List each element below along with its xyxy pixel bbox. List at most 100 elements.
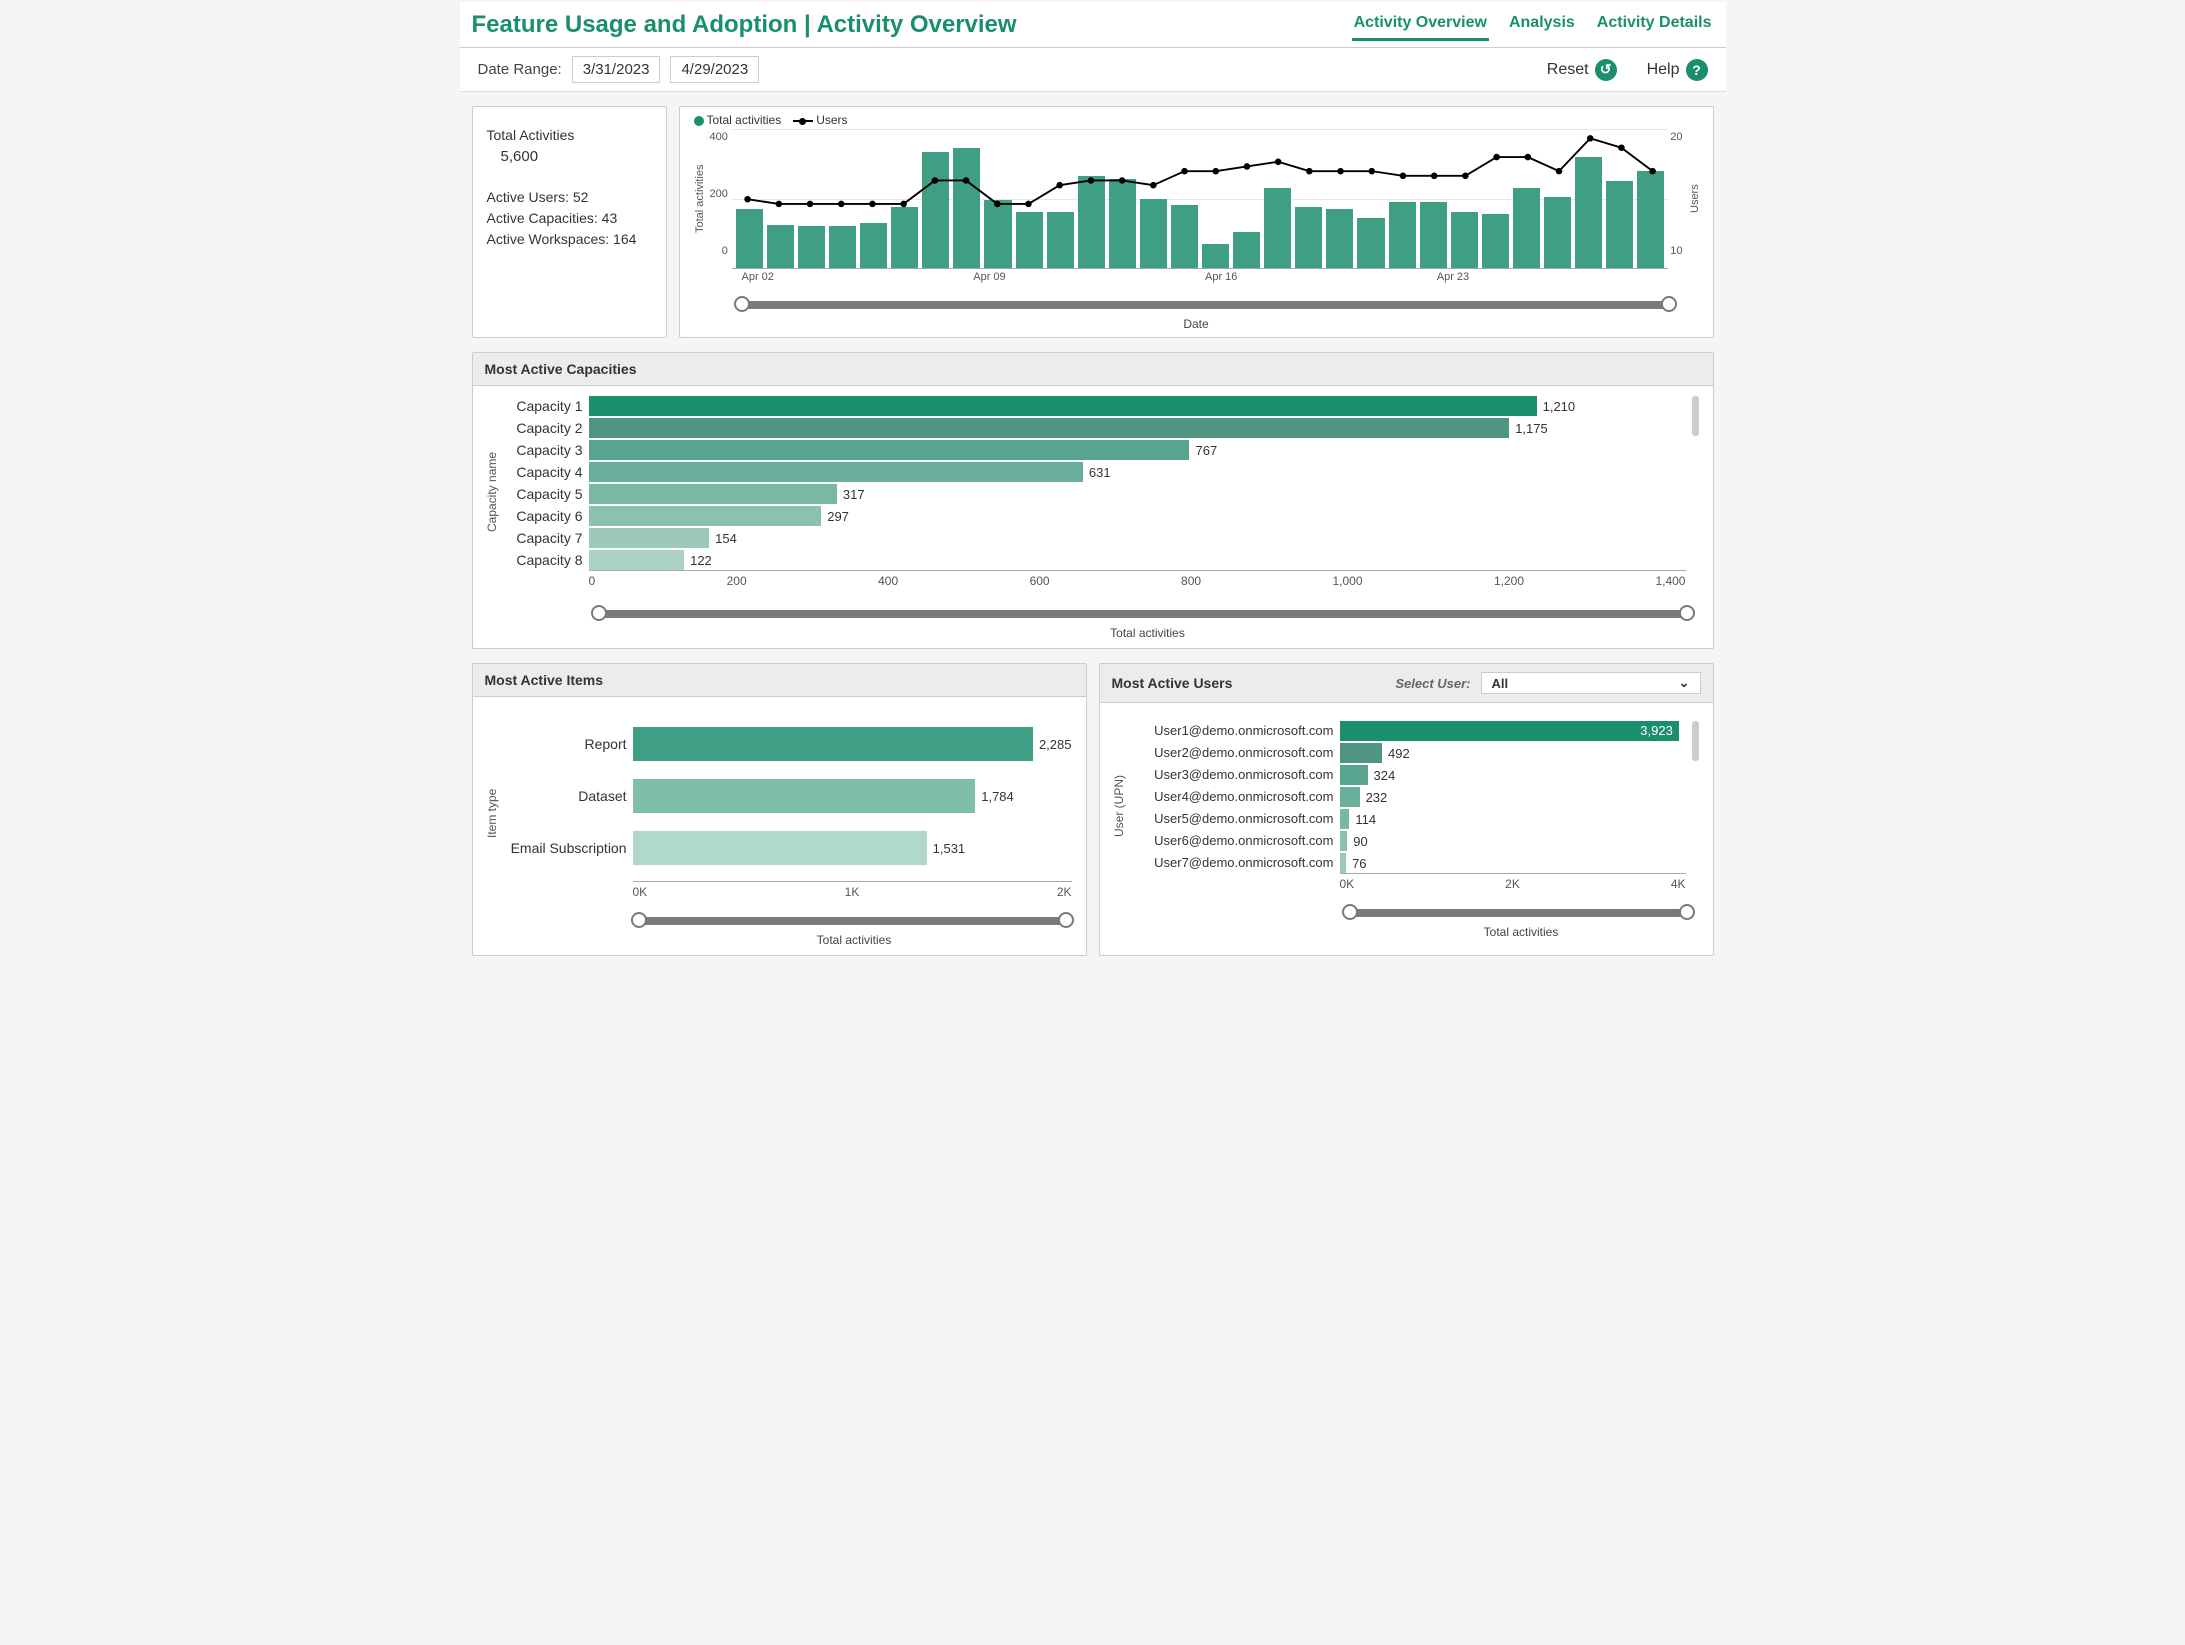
slider-handle-right[interactable] [1058, 912, 1074, 928]
hbar-fill[interactable]: 3,923 [1340, 721, 1679, 741]
hbar-value: 317 [837, 487, 865, 502]
items-xlabel: Total activities [473, 929, 1086, 947]
hbar-fill[interactable] [589, 528, 710, 548]
hbar-label: User3@demo.onmicrosoft.com [1130, 765, 1334, 785]
x-ticks-main: Apr 02 Apr 09 Apr 16 Apr 23 [690, 269, 1703, 283]
subheader: Date Range: 3/31/2023 4/29/2023 Reset ↺ … [460, 48, 1726, 92]
tabs: Activity Overview Analysis Activity Deta… [1352, 8, 1714, 41]
slider-handle-right[interactable] [1661, 296, 1677, 312]
hbar-fill[interactable] [589, 418, 1510, 438]
tab-activity-overview[interactable]: Activity Overview [1352, 8, 1489, 41]
x-axis-label: Date [690, 313, 1703, 331]
hbar-fill[interactable] [589, 396, 1537, 416]
chevron-down-icon: ⌄ [1679, 675, 1690, 691]
hbar-label: User5@demo.onmicrosoft.com [1130, 809, 1334, 829]
hbar-fill[interactable] [633, 831, 927, 865]
hbar-label: Capacity 5 [503, 484, 583, 504]
help-icon: ? [1686, 59, 1708, 81]
hbar-fill[interactable] [1340, 831, 1348, 851]
scrollbar[interactable] [1692, 721, 1699, 761]
hbar-value: 76 [1346, 856, 1366, 871]
hbar-fill[interactable] [1340, 765, 1368, 785]
hbar-value: 3,923 [1634, 721, 1673, 741]
hbar-fill[interactable] [589, 506, 822, 526]
summary-card: Total Activities 5,600 Active Users: 52 … [472, 106, 667, 338]
hbar-label: Capacity 2 [503, 418, 583, 438]
hbar-value: 122 [684, 553, 712, 568]
scrollbar[interactable] [1692, 396, 1699, 436]
date-slider[interactable] [742, 301, 1669, 309]
hbar-label: Capacity 1 [503, 396, 583, 416]
select-user-label: Select User: [1395, 676, 1470, 691]
y-left-label: Total activities [692, 129, 708, 269]
reset-button[interactable]: Reset ↺ [1547, 59, 1617, 81]
hbar-label: User1@demo.onmicrosoft.com [1130, 721, 1334, 741]
bar[interactable] [1202, 244, 1229, 268]
items-ylabel: Item type [481, 727, 503, 899]
slider-handle-left[interactable] [631, 912, 647, 928]
chart-legend: Total activities Users [690, 111, 1703, 129]
hbar-label: Capacity 8 [503, 550, 583, 570]
hbar-fill[interactable] [589, 440, 1190, 460]
hbar-fill[interactable] [1340, 743, 1383, 763]
users-slider[interactable] [1350, 909, 1687, 917]
users-card: Most Active Users Select User: All ⌄ Use… [1099, 663, 1714, 956]
date-start-input[interactable]: 3/31/2023 [572, 56, 661, 83]
main-chart-card: Total activities Users Total activities … [679, 106, 1714, 338]
hbar-value: 1,531 [927, 841, 966, 856]
active-workspaces-line: Active Workspaces: 164 [487, 229, 652, 250]
hbar-fill[interactable] [1340, 809, 1350, 829]
hbar-label: User6@demo.onmicrosoft.com [1130, 831, 1334, 851]
hbar-label: Email Subscription [503, 831, 627, 865]
help-button[interactable]: Help ? [1647, 59, 1708, 81]
bar[interactable] [860, 223, 887, 268]
bar[interactable] [1357, 218, 1384, 268]
y-right-ticks: 20 10 [1668, 129, 1686, 269]
hbar-label: Report [503, 727, 627, 761]
hbar-label: User2@demo.onmicrosoft.com [1130, 743, 1334, 763]
bar[interactable] [829, 226, 856, 268]
items-slider[interactable] [639, 917, 1066, 925]
slider-handle-right[interactable] [1679, 904, 1695, 920]
tab-analysis[interactable]: Analysis [1507, 8, 1577, 41]
bar[interactable] [798, 226, 825, 268]
slider-handle-left[interactable] [591, 605, 607, 621]
hbar-value: 154 [709, 531, 737, 546]
bar[interactable] [767, 225, 794, 268]
date-end-input[interactable]: 4/29/2023 [670, 56, 759, 83]
capacities-title: Most Active Capacities [473, 353, 1713, 386]
users-ylabel: User (UPN) [1108, 721, 1130, 891]
tab-activity-details[interactable]: Activity Details [1595, 8, 1714, 41]
hbar-value: 114 [1349, 812, 1376, 827]
legend-line-icon [793, 120, 813, 122]
users-xlabel: Total activities [1100, 921, 1713, 939]
y-right-label: Users [1687, 129, 1703, 269]
hbar-fill[interactable] [589, 462, 1083, 482]
hbar-fill[interactable] [589, 550, 685, 570]
page-title: Feature Usage and Adoption | Activity Ov… [472, 11, 1017, 39]
hbar-label: User7@demo.onmicrosoft.com [1130, 853, 1334, 873]
hbar-value: 2,285 [1033, 737, 1072, 752]
hbar-label: User4@demo.onmicrosoft.com [1130, 787, 1334, 807]
hbar-value: 767 [1189, 443, 1217, 458]
combo-plot-area[interactable] [732, 129, 1668, 269]
hbar-label: Dataset [503, 779, 627, 813]
y-left-ticks: 400 200 0 [708, 129, 732, 269]
bar[interactable] [1233, 232, 1260, 268]
hbar-value: 90 [1347, 834, 1367, 849]
hbar-fill[interactable] [589, 484, 837, 504]
select-user-dropdown[interactable]: All ⌄ [1481, 672, 1701, 694]
total-activities-value: 5,600 [487, 146, 652, 169]
hbar-value: 324 [1368, 768, 1396, 783]
hbar-fill[interactable] [633, 779, 976, 813]
slider-handle-right[interactable] [1679, 605, 1695, 621]
hbar-label: Capacity 7 [503, 528, 583, 548]
hbar-fill[interactable] [633, 727, 1033, 761]
hbar-fill[interactable] [1340, 787, 1360, 807]
slider-handle-left[interactable] [1342, 904, 1358, 920]
slider-handle-left[interactable] [734, 296, 750, 312]
hbar-label: Capacity 3 [503, 440, 583, 460]
capacities-slider[interactable] [599, 610, 1687, 618]
hbar-value: 631 [1083, 465, 1111, 480]
capacities-card: Most Active Capacities Capacity name Cap… [472, 352, 1714, 649]
